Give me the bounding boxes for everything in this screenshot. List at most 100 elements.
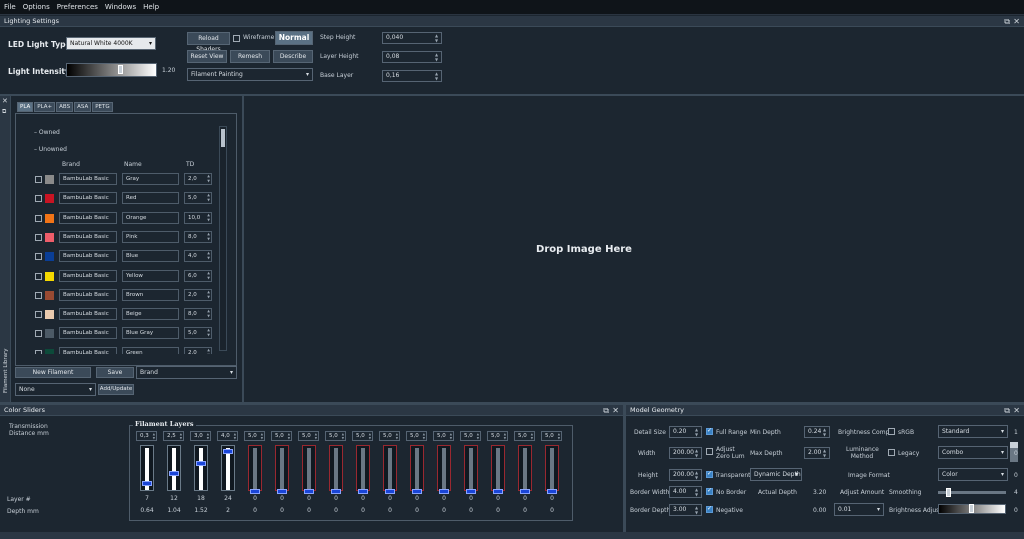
menu-help[interactable]: Help	[143, 3, 159, 11]
transmission-input[interactable]: 3,0 ▲ ▼	[190, 431, 211, 441]
name-field[interactable]: Blue Gray	[122, 327, 179, 340]
tab-abs[interactable]: ABS	[56, 102, 74, 112]
filament-row[interactable]: BambuLab Basic Brown 2,0 ▲ ▼	[33, 288, 217, 303]
spin-down-icon[interactable]: ▼	[315, 436, 317, 440]
srgb-checkbox[interactable]	[888, 428, 895, 435]
layer-slider-track[interactable]	[383, 445, 397, 491]
filament-row[interactable]: BambuLab Basic Red 5,0 ▲ ▼	[33, 192, 217, 206]
transparent-checkbox[interactable]	[706, 470, 713, 478]
brand-field[interactable]: BambuLab Basic	[59, 192, 117, 205]
spin-down-icon[interactable]: ▼	[153, 436, 155, 440]
full-range-checkbox[interactable]	[706, 427, 713, 435]
spin-down-icon[interactable]: ▼	[693, 492, 700, 497]
detail-size-input[interactable]: 0.20 ▲ ▼	[669, 426, 702, 438]
name-field[interactable]: Blue	[122, 250, 179, 263]
layer-slider-knob[interactable]	[331, 489, 341, 494]
td-field[interactable]: 2,0▲▼	[184, 173, 212, 185]
transmission-input[interactable]: 5,0 ▲ ▼	[433, 431, 454, 441]
spin-down-icon[interactable]: ▼	[477, 436, 479, 440]
owned-checkbox[interactable]	[35, 330, 42, 338]
td-field[interactable]: 8,0 ▲ ▼	[184, 230, 212, 243]
layer-slider-track[interactable]	[248, 445, 262, 491]
drop-zone[interactable]: Drop Image Here	[244, 96, 1024, 402]
owned-checkbox[interactable]	[35, 233, 42, 241]
scroll-thumb[interactable]	[221, 129, 225, 147]
spin-down-icon[interactable]: ▼	[433, 38, 440, 43]
border-width-input[interactable]: 4.00 ▲ ▼	[669, 486, 702, 498]
adjust-amount-select[interactable]: 0.01 ▾	[834, 503, 884, 516]
transmission-input[interactable]: 5,0 ▲ ▼	[487, 431, 508, 441]
legacy-checkbox[interactable]	[888, 449, 895, 456]
filament-row[interactable]: BambuLab Basic Blue 4,0 ▲ ▼	[33, 250, 217, 264]
close-icon[interactable]: ✕	[1013, 405, 1020, 416]
brand-field[interactable]: BambuLab Basic	[59, 346, 117, 354]
menu-options[interactable]: Options	[23, 3, 50, 11]
color-swatch[interactable]	[45, 213, 54, 223]
filament-row[interactable]: BambuLab Basic Gray 2,0 ▲ ▼	[33, 173, 217, 187]
max-depth-input[interactable]: 2.00 ▲ ▼	[804, 447, 830, 459]
spin-down-icon[interactable]: ▼	[693, 510, 700, 515]
layer-slider-track[interactable]	[491, 445, 505, 491]
spin-down-icon[interactable]: ▼	[180, 436, 182, 440]
image-format-select[interactable]: Color ▾	[938, 468, 1008, 481]
layer-slider-track[interactable]	[356, 445, 370, 491]
spin-down-icon[interactable]: ▼	[207, 314, 210, 319]
name-field[interactable]: Pink	[122, 230, 179, 243]
brand-field[interactable]: BambuLab Basic	[59, 230, 117, 243]
menu-windows[interactable]: Windows	[105, 3, 136, 11]
name-field[interactable]: Gray	[122, 173, 179, 185]
spin-down-icon[interactable]: ▼	[261, 436, 263, 440]
layer-slider-knob[interactable]	[412, 489, 422, 494]
spin-down-icon[interactable]: ▼	[693, 453, 700, 458]
tab-pla[interactable]: PLA	[17, 102, 34, 112]
td-field[interactable]: 5,0 ▲ ▼	[184, 327, 212, 340]
spin-down-icon[interactable]: ▼	[207, 333, 210, 338]
width-input[interactable]: 200.00 ▲ ▼	[669, 447, 702, 459]
min-depth-input[interactable]: 0.24 ▲ ▼	[804, 426, 830, 438]
spin-down-icon[interactable]: ▼	[207, 256, 210, 261]
layer-slider-knob[interactable]	[169, 471, 179, 476]
brand-field[interactable]: BambuLab Basic	[59, 288, 117, 301]
layer-slider-knob[interactable]	[466, 489, 476, 494]
layer-slider-track[interactable]	[275, 445, 289, 491]
spin-down-icon[interactable]: ▼	[693, 432, 700, 437]
layer-slider-track[interactable]	[194, 445, 208, 491]
td-field[interactable]: 5,0 ▲ ▼	[184, 192, 212, 205]
filament-row[interactable]: BambuLab Basic Blue Gray 5,0 ▲ ▼	[33, 327, 217, 341]
owned-checkbox[interactable]	[35, 272, 42, 280]
negative-checkbox[interactable]	[706, 505, 713, 513]
color-swatch[interactable]	[45, 329, 54, 339]
layer-slider-knob[interactable]	[304, 489, 314, 494]
spin-down-icon[interactable]: ▼	[234, 436, 236, 440]
luminance-select[interactable]: Combo ▾	[938, 446, 1008, 459]
brand-field[interactable]: BambuLab Basic	[59, 327, 117, 340]
spin-down-icon[interactable]: ▼	[433, 57, 440, 62]
spin-down-icon[interactable]: ▼	[207, 295, 210, 300]
td-field[interactable]: 10,0 ▲ ▼	[184, 211, 212, 224]
spin-down-icon[interactable]: ▼	[342, 436, 344, 440]
color-swatch[interactable]	[45, 348, 54, 354]
spin-down-icon[interactable]: ▼	[207, 198, 210, 203]
spin-down-icon[interactable]: ▼	[821, 432, 828, 437]
spin-down-icon[interactable]: ▼	[396, 436, 398, 440]
transmission-input[interactable]: 5,0 ▲ ▼	[406, 431, 427, 441]
base-layer-input[interactable]: 0,16 ▲ ▼	[382, 70, 442, 82]
step-height-input[interactable]: 0,040 ▲ ▼	[382, 32, 442, 44]
layer-slider-track[interactable]	[410, 445, 424, 491]
transmission-input[interactable]: 5,0 ▲ ▼	[541, 431, 562, 441]
intensity-slider[interactable]	[66, 63, 157, 77]
tab-pla-plus[interactable]: PLA+	[34, 102, 56, 112]
describe-button[interactable]: Describe	[273, 50, 313, 63]
brightness-adjust-knob[interactable]	[969, 504, 974, 513]
color-swatch[interactable]	[45, 194, 54, 204]
layer-slider-track[interactable]	[329, 445, 343, 491]
spin-down-icon[interactable]: ▼	[207, 179, 210, 184]
spin-down-icon[interactable]: ▼	[207, 353, 210, 354]
layer-slider-knob[interactable]	[196, 461, 206, 466]
layer-slider-track[interactable]	[437, 445, 451, 491]
layer-slider-knob[interactable]	[223, 449, 233, 454]
layer-slider-knob[interactable]	[250, 489, 260, 494]
td-field[interactable]: 2,0▲▼	[184, 288, 212, 301]
close-icon[interactable]: ✕	[612, 405, 619, 416]
spin-down-icon[interactable]: ▼	[207, 218, 210, 223]
